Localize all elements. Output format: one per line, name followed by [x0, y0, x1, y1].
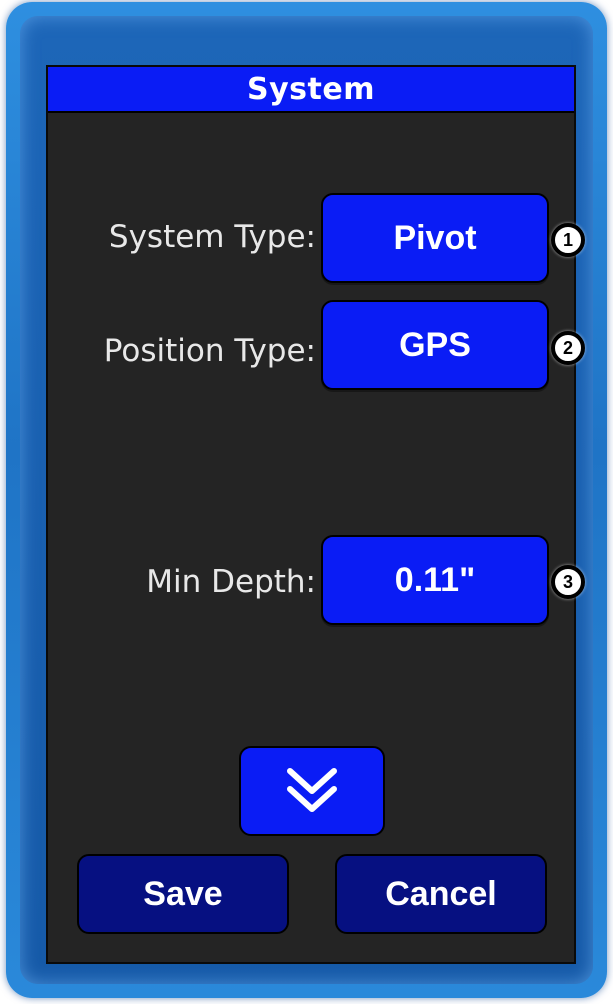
position-type-button[interactable]: GPS — [321, 300, 549, 390]
callout-marker-1: 1 — [551, 223, 585, 257]
cancel-button[interactable]: Cancel — [335, 854, 547, 934]
page-title: System — [48, 67, 574, 113]
double-chevron-down-icon — [287, 768, 337, 812]
system-settings-screen: System System Type: Pivot 1 Position Typ… — [46, 65, 585, 964]
callout-marker-2: 2 — [551, 331, 585, 365]
save-button[interactable]: Save — [77, 854, 289, 934]
callout-marker-3: 3 — [551, 565, 585, 599]
min-depth-label: Min Depth: — [146, 564, 316, 600]
system-type-button[interactable]: Pivot — [321, 193, 549, 283]
scroll-down-button[interactable] — [239, 746, 385, 836]
min-depth-button[interactable]: 0.11" — [321, 535, 549, 625]
system-type-label: System Type: — [108, 219, 316, 255]
position-type-label: Position Type: — [103, 333, 316, 369]
